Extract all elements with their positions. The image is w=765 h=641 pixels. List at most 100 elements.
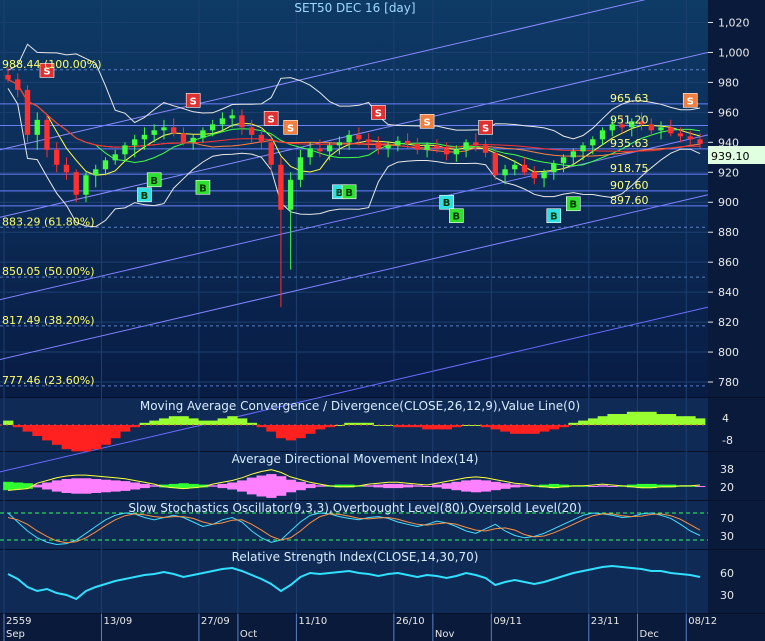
candle-body — [171, 127, 177, 134]
signal-label: S — [375, 108, 382, 119]
candle-body — [180, 133, 187, 143]
candle-body — [336, 142, 343, 146]
level-label: 907.60 — [610, 179, 649, 192]
signal-label: B — [345, 188, 353, 199]
adx-bar — [519, 485, 530, 487]
candle-body — [463, 142, 469, 150]
signal-label: S — [482, 123, 489, 134]
adx-bar — [129, 482, 141, 490]
y-tick-label: 960 — [718, 106, 739, 119]
adx-bar — [597, 485, 608, 487]
fibonacci-label: 850.05 (50.00%) — [2, 265, 95, 278]
candle-body — [34, 119, 40, 135]
adx-bar — [61, 479, 72, 493]
candle-body — [599, 130, 606, 140]
adx-bar — [90, 479, 102, 493]
adx-bar — [71, 478, 82, 494]
adx-bar — [120, 481, 131, 491]
y-tick-label: 880 — [718, 226, 739, 239]
macd-bar — [295, 425, 306, 439]
macd-bar — [217, 418, 228, 425]
signal-label: B — [569, 200, 577, 211]
adx-title: Average Directional Movement Index(14) — [232, 452, 479, 466]
candle-body — [258, 134, 265, 143]
candle-body — [151, 130, 157, 135]
candle-body — [54, 149, 60, 165]
macd-bar — [558, 425, 569, 428]
level-label: 965.63 — [610, 92, 649, 105]
macd-bar — [490, 425, 501, 430]
signal-label: B — [550, 212, 558, 223]
adx-bar — [470, 479, 482, 493]
signal-label: S — [190, 96, 197, 107]
macd-bar — [392, 425, 404, 428]
adx-bar — [441, 483, 452, 489]
candle-body — [44, 119, 50, 150]
candle-body — [687, 136, 693, 140]
candle-body — [161, 127, 167, 131]
macd-bar — [626, 411, 638, 425]
candle-body — [512, 164, 518, 170]
candle-body — [122, 145, 128, 155]
candle-body — [531, 172, 537, 179]
adx-bar — [285, 479, 297, 493]
macd-bar — [178, 416, 189, 425]
candle-body — [132, 139, 138, 146]
candle-body — [492, 152, 499, 176]
adx-bar — [363, 485, 374, 487]
macd-bar — [42, 425, 53, 441]
candle-body — [668, 127, 674, 134]
macd-bar — [198, 420, 209, 425]
macd-bar — [71, 425, 82, 452]
macd-bar — [646, 411, 657, 425]
fibonacci-label: 988.44 (100.00%) — [2, 58, 102, 71]
candle-body — [297, 157, 304, 180]
candle-body — [395, 140, 401, 146]
candle-body — [287, 179, 294, 210]
macd-bar — [227, 416, 238, 425]
candle-body — [15, 79, 21, 90]
candle-body — [229, 115, 235, 119]
macd-bar — [32, 425, 43, 436]
adx-bar — [490, 481, 501, 491]
macd-bar — [470, 425, 482, 426]
macd-bar — [188, 418, 199, 425]
y-tick-label: 820 — [718, 316, 739, 329]
candle-body — [307, 148, 313, 158]
candle-body — [375, 142, 382, 149]
macd-bar — [90, 425, 102, 450]
candle-body — [93, 169, 99, 176]
candle-body — [278, 164, 284, 210]
candle-body — [560, 157, 567, 164]
candle-body — [209, 124, 216, 131]
candle-body — [414, 143, 421, 150]
fibonacci-label: 817.49 (38.20%) — [2, 314, 95, 327]
adx-bar — [266, 474, 277, 498]
adx-bar — [295, 481, 306, 491]
candle-body — [434, 145, 440, 149]
candle-body — [658, 127, 664, 131]
macd-bar — [509, 425, 521, 434]
adx-bar — [451, 481, 462, 491]
x-tick-label: Nov — [435, 629, 455, 640]
y-tick-label: 780 — [718, 376, 739, 389]
macd-bar — [149, 420, 160, 425]
adx-bar — [3, 481, 14, 491]
macd-bar — [315, 425, 326, 430]
candle-body — [677, 133, 684, 137]
fibonacci-label: 777.46 (23.60%) — [2, 374, 95, 387]
stochastic-tick-label: 70 — [720, 512, 734, 525]
adx-bar — [480, 480, 491, 492]
signal-label: S — [687, 96, 694, 107]
x-tick-label: 26/10 — [396, 616, 425, 627]
chart-title: SET50 DEC 16 [day] — [294, 1, 415, 15]
macd-bar — [305, 425, 316, 434]
macd-bar — [3, 420, 14, 425]
macd-bar — [100, 425, 111, 445]
adx-bar — [256, 475, 267, 497]
macd-bar — [51, 425, 63, 445]
y-tick-label: 860 — [718, 256, 739, 269]
chart-window: SSSSSSSSBBBBBBBBB 780 800 820 840 860 880 900 9… — [0, 0, 765, 641]
x-tick-label: 23/11 — [591, 616, 620, 627]
adx-bar — [227, 482, 238, 490]
